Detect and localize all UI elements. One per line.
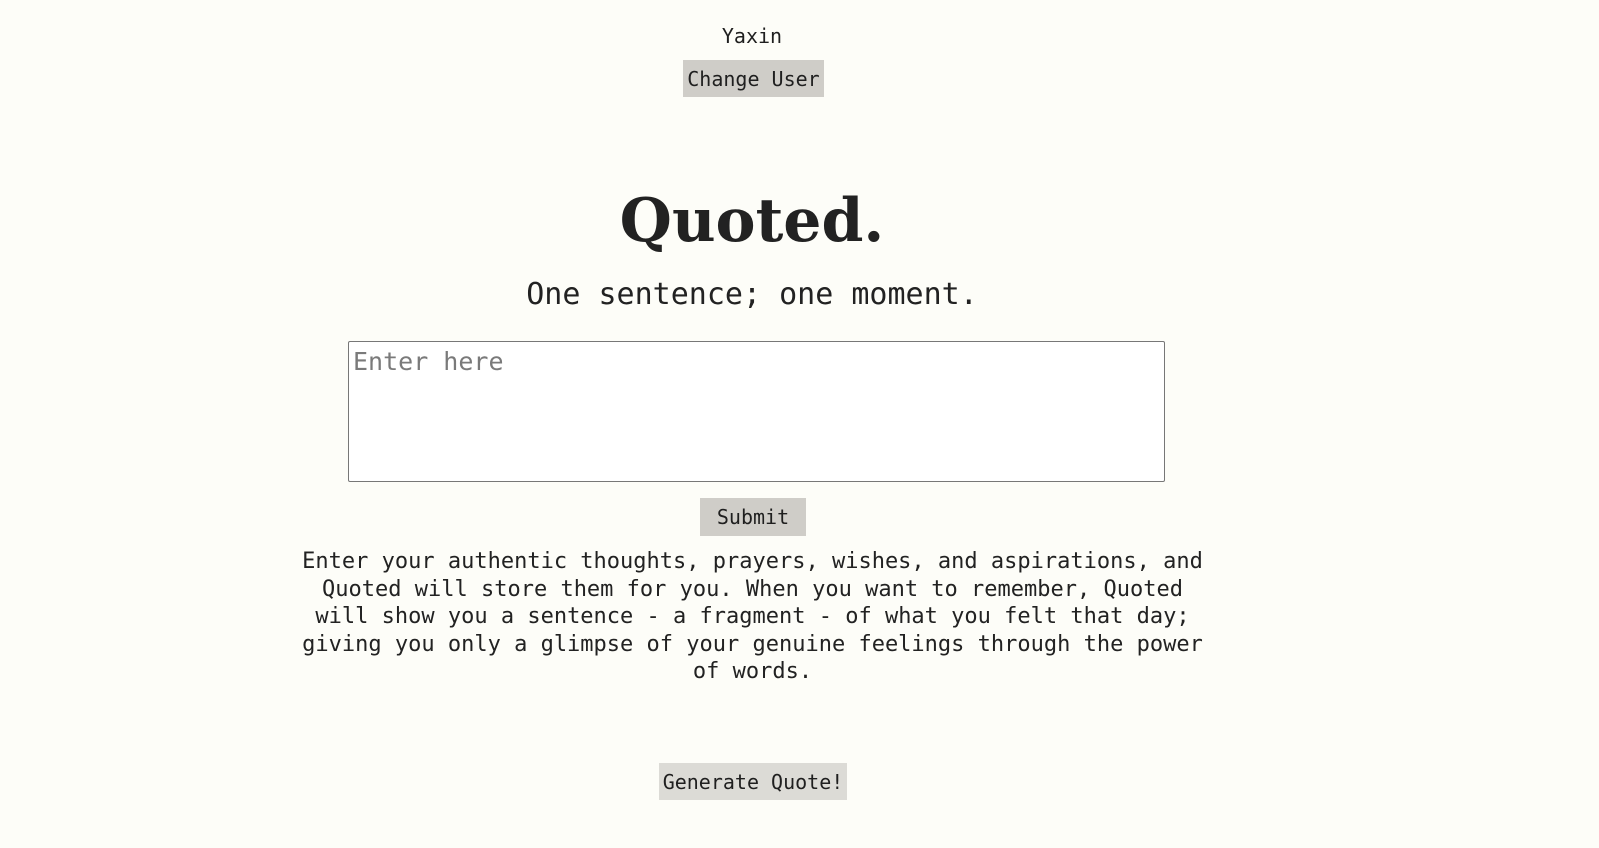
page-subtitle: One sentence; one moment. xyxy=(526,277,978,312)
submit-button[interactable]: Submit xyxy=(700,498,806,536)
page-title: Quoted. xyxy=(619,186,885,256)
quoted-page: Yaxin Change User Quoted. One sentence; … xyxy=(0,0,1599,848)
quote-entry-textarea[interactable] xyxy=(348,341,1165,482)
app-description: Enter your authentic thoughts, prayers, … xyxy=(302,549,1203,684)
current-user-name: Yaxin xyxy=(721,24,783,48)
change-user-button[interactable]: Change User xyxy=(683,60,824,97)
generate-quote-button[interactable]: Generate Quote! xyxy=(659,763,847,800)
